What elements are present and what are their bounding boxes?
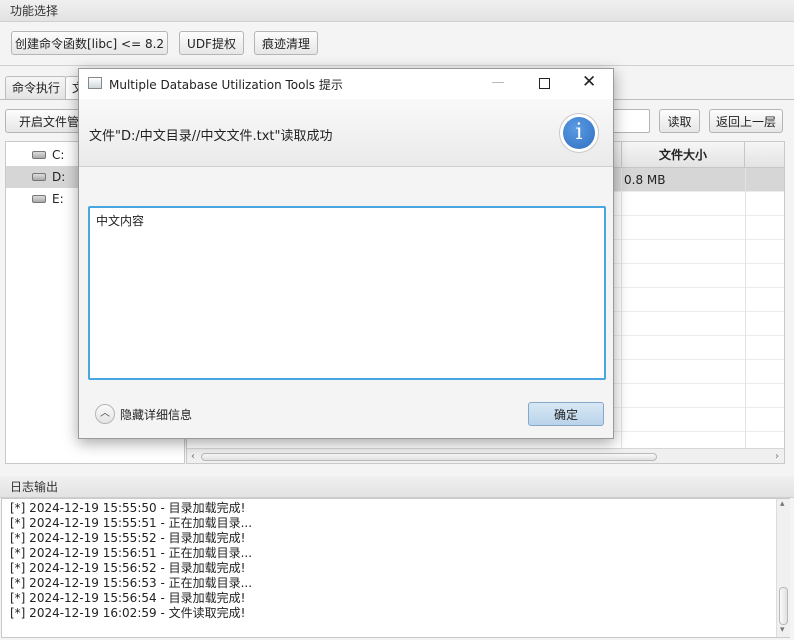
column-divider xyxy=(745,168,746,448)
maximize-icon[interactable] xyxy=(539,78,550,89)
hard-drive-icon xyxy=(32,195,46,203)
scroll-up-icon[interactable]: ▴ xyxy=(780,499,785,509)
info-glyph: i xyxy=(563,117,595,149)
column-divider xyxy=(621,168,622,448)
file-size-column-header[interactable]: 文件大小 xyxy=(621,142,745,168)
divider xyxy=(0,65,794,66)
hard-drive-icon xyxy=(32,173,46,181)
log-line: [*] 2024-12-19 15:56:52 - 目录加载完成! xyxy=(10,561,246,575)
scroll-down-icon[interactable]: ▾ xyxy=(780,625,785,635)
drive-label: C: xyxy=(52,148,65,162)
scroll-right-icon[interactable]: › xyxy=(775,451,779,462)
file-size-cell: 0.8 MB xyxy=(624,173,666,187)
vertical-scrollbar[interactable]: ▴ ▾ xyxy=(776,499,790,637)
app-icon xyxy=(88,77,102,89)
function-section-title: 功能选择 xyxy=(0,0,794,22)
scrollbar-thumb[interactable] xyxy=(201,453,657,461)
chevron-up-icon[interactable]: ︿ xyxy=(95,404,115,424)
info-dialog: Multiple Database Utilization Tools 提示 ✕… xyxy=(78,68,614,439)
udf-escalation-button[interactable]: UDF提权 xyxy=(179,31,244,55)
log-line: [*] 2024-12-19 15:56:53 - 正在加载目录... xyxy=(10,576,253,590)
minimize-icon[interactable] xyxy=(492,82,504,83)
log-line: [*] 2024-12-19 15:56:51 - 正在加载目录... xyxy=(10,546,253,560)
dialog-titlebar[interactable]: Multiple Database Utilization Tools 提示 ✕ xyxy=(79,69,613,99)
tab-command-exec[interactable]: 命令执行 xyxy=(5,76,68,99)
dialog-message: 文件"D:/中文目录//中文文件.txt"读取成功 xyxy=(89,129,333,144)
scroll-left-icon[interactable]: ‹ xyxy=(191,451,195,462)
log-line: [*] 2024-12-19 15:55:50 - 目录加载完成! xyxy=(10,501,246,515)
dialog-header: 文件"D:/中文目录//中文文件.txt"读取成功 i xyxy=(79,99,613,167)
back-up-button[interactable]: 返回上一层 xyxy=(709,109,783,133)
log-line: [*] 2024-12-19 15:55:52 - 目录加载完成! xyxy=(10,531,246,545)
log-lines: [*] 2024-12-19 15:55:50 - 目录加载完成! [*] 20… xyxy=(10,501,252,621)
drive-label: E: xyxy=(52,192,64,206)
hide-details-toggle[interactable]: 隐藏详细信息 xyxy=(120,406,192,423)
log-line: [*] 2024-12-19 15:55:51 - 正在加载目录... xyxy=(10,516,253,530)
hard-drive-icon xyxy=(32,151,46,159)
close-icon[interactable]: ✕ xyxy=(582,72,596,92)
scrollbar-thumb[interactable] xyxy=(779,587,788,625)
dialog-title: Multiple Database Utilization Tools 提示 xyxy=(109,78,343,92)
log-line: [*] 2024-12-19 15:56:54 - 目录加载完成! xyxy=(10,591,246,605)
details-textarea[interactable]: 中文内容 xyxy=(88,206,606,380)
function-toolbar: 创建命令函数[libc] <= 8.2 UDF提权 痕迹清理 xyxy=(0,22,794,62)
info-icon: i xyxy=(559,113,599,153)
read-button[interactable]: 读取 xyxy=(659,109,700,133)
log-section-title: 日志输出 xyxy=(0,476,794,498)
ok-button[interactable]: 确定 xyxy=(528,402,604,426)
drive-label: D: xyxy=(52,170,66,184)
log-output-area[interactable]: [*] 2024-12-19 15:55:50 - 目录加载完成! [*] 20… xyxy=(1,498,790,638)
create-libc-function-button[interactable]: 创建命令函数[libc] <= 8.2 xyxy=(11,31,168,55)
horizontal-scrollbar[interactable]: ‹ › xyxy=(187,448,784,463)
log-line: [*] 2024-12-19 16:02:59 - 文件读取完成! xyxy=(10,606,246,620)
trace-cleanup-button[interactable]: 痕迹清理 xyxy=(254,31,318,55)
